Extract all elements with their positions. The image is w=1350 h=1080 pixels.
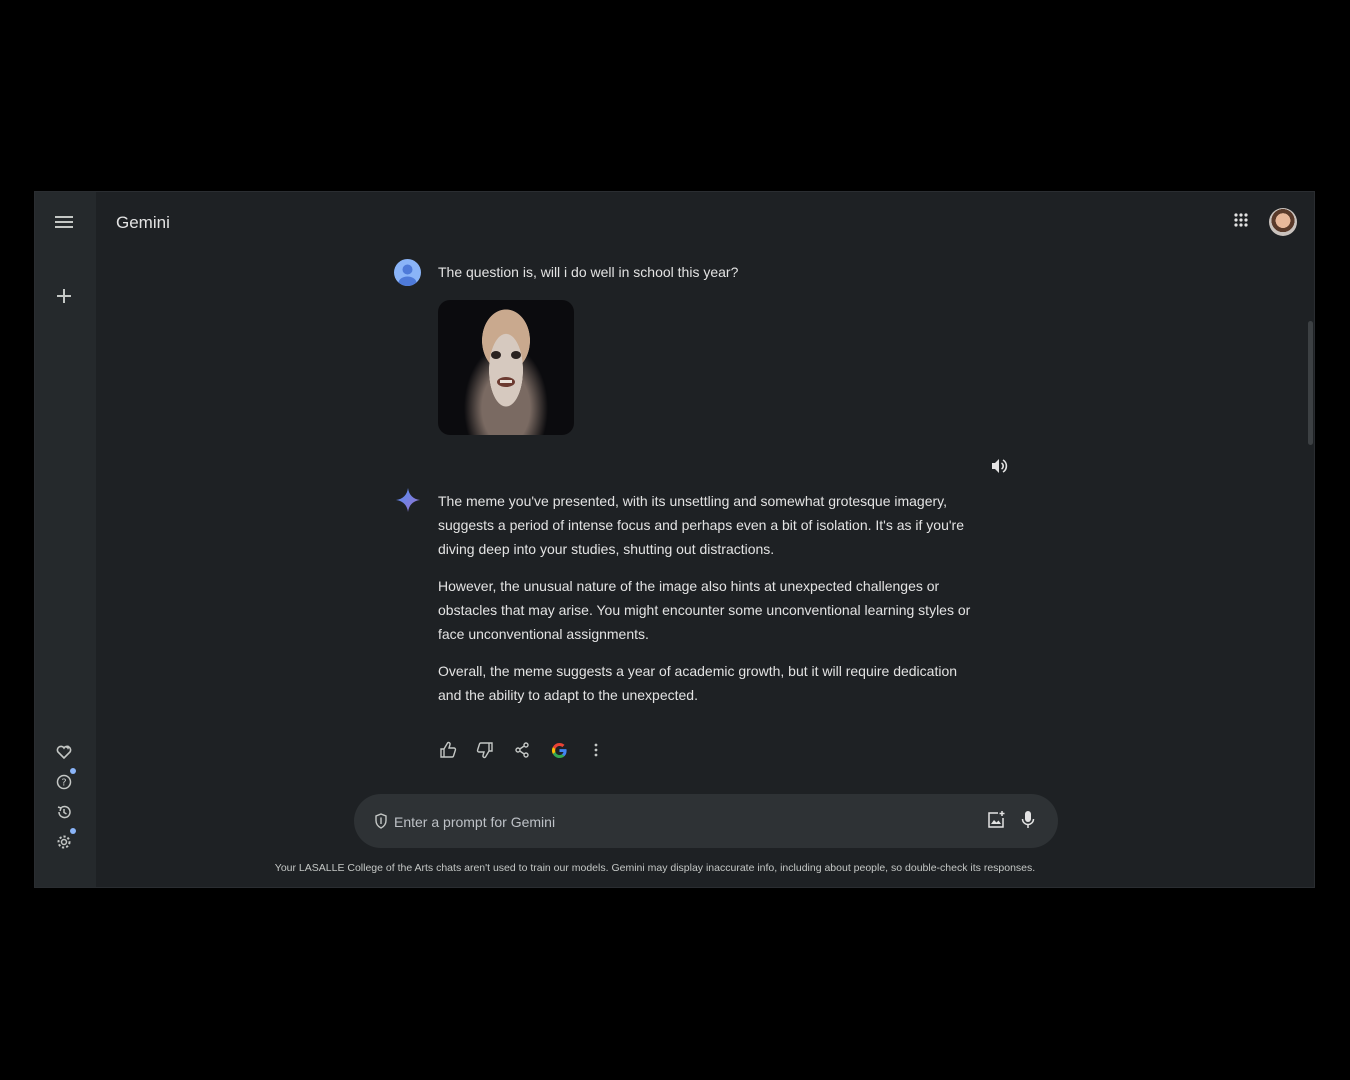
menu-icon [55, 216, 73, 228]
new-chat-button[interactable] [50, 282, 78, 310]
shield-icon [375, 813, 387, 829]
model-response: The meme you've presented, with its unse… [438, 489, 978, 720]
notification-dot [70, 828, 76, 834]
history-icon [57, 805, 71, 819]
thumb-up-button[interactable] [438, 740, 458, 760]
activity-button[interactable] [50, 798, 78, 826]
more-vert-icon [594, 743, 598, 757]
prompt-bar [354, 794, 1058, 848]
share-button[interactable] [512, 740, 532, 760]
help-icon: ? [56, 774, 72, 790]
user-message: The question is, will i do well in schoo… [438, 264, 739, 280]
gem-manager-icon [56, 745, 72, 760]
account-avatar[interactable] [1269, 208, 1297, 236]
gemini-window: ? Gemini The question is, will i do well… [34, 191, 1315, 888]
scrollbar[interactable] [1308, 321, 1313, 445]
thumb-up-icon [440, 741, 457, 758]
google-apps-button[interactable] [1233, 212, 1253, 232]
gemini-sparkle-icon [395, 487, 421, 513]
upload-image-button[interactable] [986, 810, 1008, 832]
settings-button[interactable] [50, 828, 78, 856]
prompt-input[interactable] [392, 809, 956, 835]
share-icon [515, 742, 529, 758]
more-options-button[interactable] [586, 740, 606, 760]
user-avatar [394, 259, 421, 286]
response-paragraph: The meme you've presented, with its unse… [438, 493, 964, 557]
app-title: Gemini [116, 213, 170, 232]
speaker-icon [992, 459, 1008, 473]
attached-image[interactable] [438, 300, 574, 435]
footer-disclaimer: Your LASALLE College of the Arts chats a… [274, 862, 1036, 874]
help-button[interactable]: ? [50, 768, 78, 796]
gear-icon [57, 835, 71, 849]
apps-grid-icon [1234, 213, 1248, 227]
response-paragraph: However, the unusual nature of the image… [438, 578, 971, 642]
google-g-icon [551, 742, 567, 758]
svg-text:?: ? [61, 778, 66, 789]
side-rail: ? [35, 192, 96, 887]
listen-button[interactable] [990, 457, 1008, 475]
gem-manager-button[interactable] [50, 738, 78, 766]
thumb-down-button[interactable] [475, 740, 495, 760]
mic-button[interactable] [1021, 810, 1039, 832]
response-paragraph: Overall, the meme suggests a year of aca… [438, 663, 958, 703]
thumb-down-icon [476, 742, 493, 759]
menu-button[interactable] [50, 208, 78, 236]
response-actions [438, 740, 623, 760]
add-image-icon [988, 811, 1005, 828]
mic-icon [1021, 811, 1035, 828]
plus-icon [57, 289, 71, 303]
double-check-button[interactable] [549, 740, 569, 760]
notification-dot [70, 768, 76, 774]
